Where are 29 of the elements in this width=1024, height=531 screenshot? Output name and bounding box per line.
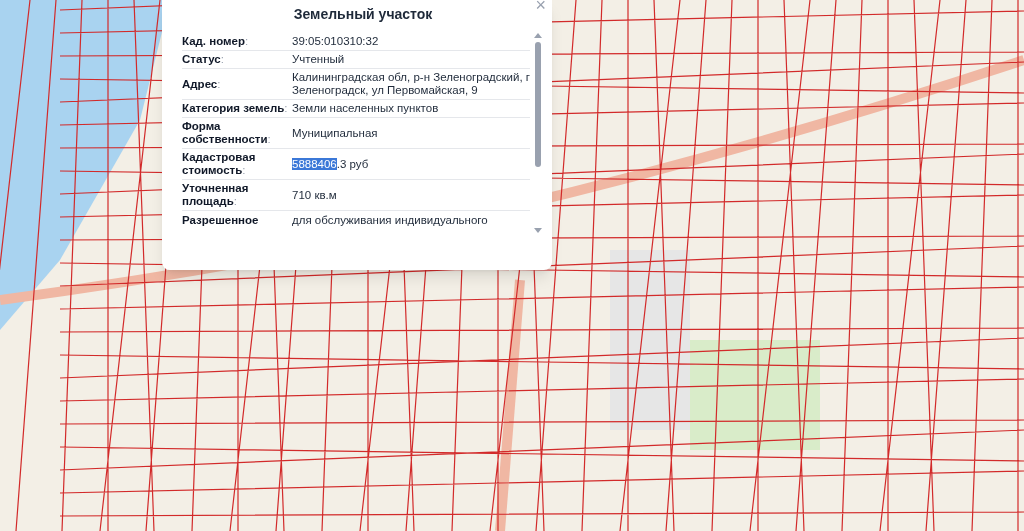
field-value: 5888406.3 руб bbox=[292, 157, 370, 171]
field-label: Статус: bbox=[182, 53, 225, 66]
label-colon: : bbox=[245, 35, 249, 47]
field-label: Адрес: bbox=[182, 77, 222, 91]
field-label: Разрешенное bbox=[182, 213, 260, 227]
field-value: для обслуживания индивидуального bbox=[292, 213, 489, 227]
scroll-down-icon[interactable] bbox=[534, 228, 542, 233]
field-value: 39:05:010310:32 bbox=[292, 35, 380, 48]
scroll-thumb[interactable] bbox=[535, 42, 541, 167]
field-label: Форма собственности: bbox=[182, 120, 272, 146]
close-button[interactable]: × bbox=[535, 0, 546, 14]
scrollbar[interactable] bbox=[532, 33, 544, 233]
label-colon: : bbox=[267, 133, 271, 145]
label-colon: : bbox=[284, 102, 288, 114]
popup-title: Земельный участок bbox=[293, 6, 433, 23]
label-colon: : bbox=[220, 53, 224, 65]
field-value: Земли населенных пунктов bbox=[292, 102, 440, 115]
scroll-up-icon[interactable] bbox=[534, 33, 542, 38]
field-label: Кад. номер: bbox=[182, 35, 250, 48]
field-value: Муниципальная bbox=[292, 126, 379, 140]
field-value: 710 кв.м bbox=[292, 188, 338, 202]
label-colon: : bbox=[233, 195, 237, 207]
field-value: Учтенный bbox=[292, 53, 346, 66]
field-label: Уточненная площадь: bbox=[182, 182, 250, 208]
field-label: Категория земель: bbox=[182, 102, 289, 115]
field-value: Калининградская обл, р-н Зеленоградский, г Зеленоградск, ул Первомайская, 9 bbox=[292, 71, 530, 97]
label-colon: : bbox=[217, 77, 221, 90]
field-label: Кадастровая стоимость: bbox=[182, 151, 257, 177]
label-colon: : bbox=[242, 164, 246, 176]
